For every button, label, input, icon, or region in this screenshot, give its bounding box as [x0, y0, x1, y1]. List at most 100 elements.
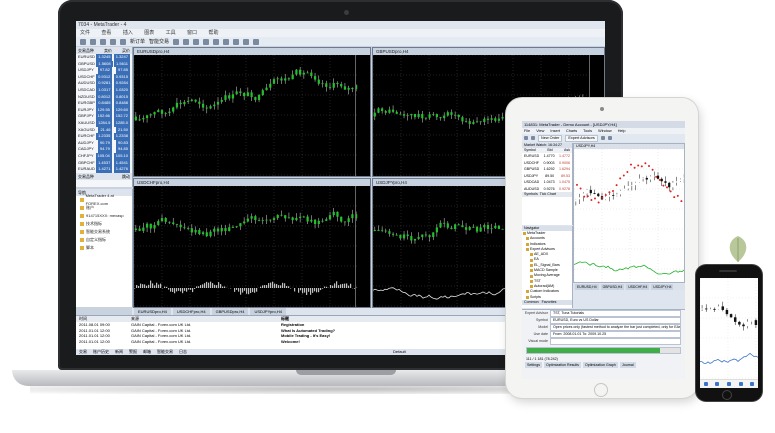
chart-tab[interactable]: GBPUSD,H4: [600, 284, 625, 290]
menu-file[interactable]: 文件: [80, 30, 90, 36]
terminal-tab[interactable]: 新闻: [115, 349, 123, 355]
tab-tick-chart[interactable]: Tick Chart: [540, 192, 556, 197]
menu-window[interactable]: Window: [598, 129, 612, 133]
price-chart[interactable]: [574, 149, 685, 283]
menu-insert[interactable]: Insert: [550, 129, 560, 133]
market-watch-row[interactable]: CHFJPY 105.04 105.10: [76, 152, 132, 160]
bar-chart-icon[interactable]: [173, 38, 180, 45]
chart-tab[interactable]: USDCHFpro,H4: [172, 308, 210, 315]
open-icon[interactable]: [531, 136, 535, 140]
market-watch-row[interactable]: EURAUD 1.4271 1.4276: [76, 166, 132, 173]
market-watch-row[interactable]: GBPCHF 1.4537 1.4541: [76, 159, 132, 167]
chart-icon[interactable]: [715, 382, 720, 386]
menu-help[interactable]: 帮助: [208, 30, 218, 36]
new-order-button[interactable]: New Order: [538, 134, 563, 142]
chart-tab[interactable]: GBPUSDpro,H4: [211, 308, 249, 315]
market-watch-row[interactable]: CADJPY 94.79 94.85: [76, 146, 132, 153]
price-chart[interactable]: [134, 55, 358, 177]
tab-settings[interactable]: Settings: [525, 362, 542, 368]
market-watch-row[interactable]: USDCAD 1.0317 1.0320: [76, 86, 132, 94]
chart-window-usdchf[interactable]: USDCHFpro,H4: [133, 178, 371, 308]
terminal-tab[interactable]: 警报: [129, 349, 137, 355]
line-chart-icon[interactable]: [193, 38, 200, 45]
price-chart[interactable]: [134, 186, 358, 308]
chart-window-usdjpy[interactable]: USDJPY,H4: [573, 143, 685, 283]
menu-charts[interactable]: 图表: [144, 30, 154, 36]
zoom-out-icon[interactable]: [213, 38, 220, 45]
navigator-item[interactable]: MetaTrader 4 at FOREX.com: [76, 193, 132, 206]
chart-tab[interactable]: EURUSDpro,H4: [134, 308, 171, 315]
terminal-tab[interactable]: 邮箱: [143, 349, 151, 355]
terminal-icon[interactable]: [120, 38, 126, 45]
tester-field-value[interactable]: Open prices only (fastest method to anal…: [550, 324, 681, 331]
tab-journal[interactable]: Journal: [619, 362, 636, 368]
candle-chart-icon[interactable]: [183, 38, 190, 45]
menu-charts[interactable]: Charts: [566, 129, 577, 133]
menu-tools[interactable]: 工具: [166, 30, 176, 36]
tab-common[interactable]: Common: [524, 300, 539, 305]
tab-optimization-graph[interactable]: Optimization Graph: [582, 362, 618, 368]
tab-symbols[interactable]: Symbols: [524, 192, 538, 197]
chart-tab[interactable]: EURUSD,H4: [575, 284, 599, 290]
market-watch-row[interactable]: AUDUSD 0.9281 0.9284: [76, 80, 132, 87]
tab-ticks[interactable]: 跳动: [122, 173, 130, 180]
navigator-item[interactable]: 技术指标: [76, 220, 132, 228]
menu-window[interactable]: 窗口: [187, 30, 197, 36]
market-watch-row[interactable]: EURJPY 129.55 129.60: [76, 106, 132, 114]
market-watch-row[interactable]: XAUUSD 1284.5 1285.0: [76, 119, 132, 127]
menu-view[interactable]: 查看: [101, 30, 111, 36]
new-chart-icon[interactable]: [80, 38, 86, 45]
settings-icon[interactable]: [750, 382, 755, 386]
zoom-in-icon[interactable]: [203, 38, 210, 45]
terminal-tab[interactable]: 智能交易: [157, 349, 173, 355]
market-watch-row[interactable]: GBPJPY 152.66 152.72: [76, 113, 132, 120]
tester-field-value[interactable]: From: 2008.01.01 To: 2009.10.25: [550, 331, 681, 338]
market-watch-row[interactable]: EURGBP 0.8485 0.8488: [76, 100, 132, 107]
navigator-icon[interactable]: [110, 38, 116, 45]
expert-advisors-button[interactable]: Expert Advisors: [565, 134, 598, 142]
terminal-tab[interactable]: 账户历史: [93, 349, 109, 355]
chart-tab[interactable]: USDCHF,H4: [626, 284, 650, 290]
market-watch-row[interactable]: EURUSD 1.3245 1.3247: [76, 54, 132, 61]
navigator-item[interactable]: 914715XXX: mexasp: [76, 212, 132, 220]
navigator-item[interactable]: 智能交易系统: [76, 228, 132, 236]
menu-file[interactable]: File: [524, 129, 530, 133]
chart-tab[interactable]: USDJPY,H4: [651, 284, 674, 290]
navigator-item[interactable]: 脚本: [76, 244, 132, 252]
profiles-icon[interactable]: [90, 38, 96, 45]
chart-window-eurusd[interactable]: EURUSDpro,H4: [133, 47, 371, 177]
zoom-in-icon[interactable]: [600, 136, 605, 140]
trade-icon[interactable]: [726, 382, 731, 386]
market-watch-row[interactable]: NZDUSD 0.8012 0.8015: [76, 93, 132, 101]
market-watch-row[interactable]: XAGUSD 21.46 21.50: [76, 126, 132, 134]
navigator-item[interactable]: 自定义指标: [76, 236, 132, 244]
new-chart-icon[interactable]: [524, 136, 528, 140]
tab-symbols[interactable]: 交易品种: [78, 173, 94, 180]
indicators-icon[interactable]: [233, 38, 240, 45]
periods-icon[interactable]: [243, 38, 250, 45]
market-watch-row[interactable]: AUDJPY 90.79 90.83: [76, 139, 132, 147]
menu-view[interactable]: View: [536, 129, 544, 133]
price-chart[interactable]: [700, 278, 758, 380]
history-icon[interactable]: [738, 382, 743, 386]
tab-favorites[interactable]: Favorites: [542, 300, 557, 305]
market-watch-row[interactable]: USDJPY 97.82 97.85: [76, 67, 132, 74]
menu-insert[interactable]: 插入: [123, 30, 133, 36]
tester-field-value[interactable]: EURUSD, Euro vs US Dollar: [550, 317, 681, 324]
autotrading-button[interactable]: 智能交易: [149, 38, 169, 45]
market-watch-row[interactable]: GBPUSD 1.5608 1.5611: [76, 60, 132, 68]
tester-field-value[interactable]: TST, Tuna Tutorials: [550, 310, 681, 317]
zoom-out-icon[interactable]: [607, 136, 612, 140]
tile-windows-icon[interactable]: [223, 38, 230, 45]
menu-help[interactable]: Help: [618, 129, 626, 133]
terminal-tab[interactable]: 交易: [79, 349, 87, 355]
tester-field-value[interactable]: [550, 338, 681, 345]
quotes-icon[interactable]: [703, 382, 708, 386]
tab-optimization-results[interactable]: Optimization Results: [544, 362, 581, 368]
chart-tab[interactable]: USDJPYpro,H4: [250, 308, 286, 315]
market-watch-row[interactable]: EURCHF 1.2335 1.2338: [76, 133, 132, 140]
market-watch-icon[interactable]: [100, 38, 106, 45]
templates-icon[interactable]: [253, 38, 260, 45]
market-watch-row[interactable]: USDCHF 0.9312 0.9315: [76, 73, 132, 81]
menu-tools[interactable]: Tools: [583, 129, 592, 133]
